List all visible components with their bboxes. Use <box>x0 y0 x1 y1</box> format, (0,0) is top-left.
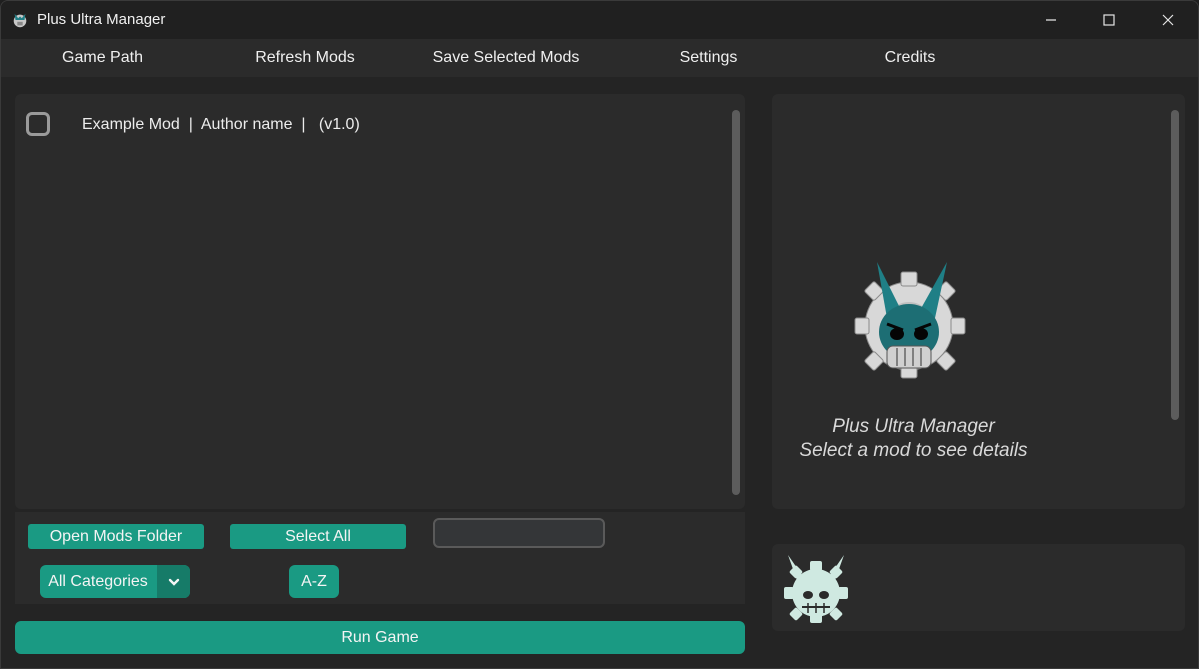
menu-bar: Game Path Refresh Mods Save Selected Mod… <box>1 39 1198 77</box>
footer-logo-panel <box>772 544 1185 631</box>
menu-game-path[interactable]: Game Path <box>31 39 174 77</box>
menu-credits[interactable]: Credits <box>846 39 974 77</box>
mod-checkbox[interactable] <box>26 112 50 136</box>
app-logo-icon <box>784 555 848 623</box>
controls-panel: Open Mods Folder Select All All Categori… <box>15 512 745 604</box>
app-logo-icon <box>13 13 27 28</box>
mods-scrollbar[interactable] <box>732 110 740 495</box>
select-all-button[interactable]: Select All <box>230 524 406 549</box>
category-dropdown[interactable]: All Categories <box>40 565 190 598</box>
close-button[interactable] <box>1139 1 1197 39</box>
maximize-button[interactable] <box>1080 1 1138 39</box>
details-subtitle: Select a mod to see details <box>799 440 1028 461</box>
menu-settings[interactable]: Settings <box>641 39 776 77</box>
close-icon <box>1162 14 1174 26</box>
app-logo-icon <box>854 262 966 379</box>
category-dropdown-toggle[interactable] <box>157 565 190 598</box>
chevron-down-icon <box>168 578 179 586</box>
sort-az-button[interactable]: A-Z <box>289 565 339 598</box>
run-game-button[interactable]: Run Game <box>15 621 745 654</box>
menu-save-selected-mods[interactable]: Save Selected Mods <box>426 39 586 77</box>
menu-refresh-mods[interactable]: Refresh Mods <box>233 39 377 77</box>
open-mods-folder-button[interactable]: Open Mods Folder <box>28 524 204 549</box>
title-bar: Plus Ultra Manager <box>1 1 1198 39</box>
search-input[interactable] <box>433 518 605 548</box>
mod-label: Example Mod | Author name | (v1.0) <box>82 116 360 133</box>
maximize-icon <box>1103 14 1115 26</box>
minimize-icon <box>1046 19 1056 21</box>
mod-details-panel: Plus Ultra Manager Select a mod to see d… <box>772 94 1185 509</box>
category-selected-label: All Categories <box>48 573 148 590</box>
app-window: Plus Ultra Manager Game Path Refresh Mod… <box>0 0 1199 669</box>
window-title: Plus Ultra Manager <box>37 11 166 28</box>
minimize-button[interactable] <box>1022 1 1080 39</box>
details-title: Plus Ultra Manager <box>832 416 995 437</box>
mods-list-panel: Example Mod | Author name | (v1.0) <box>15 94 745 509</box>
list-item[interactable]: Example Mod | Author name | (v1.0) <box>25 110 725 140</box>
details-scrollbar[interactable] <box>1171 110 1179 420</box>
